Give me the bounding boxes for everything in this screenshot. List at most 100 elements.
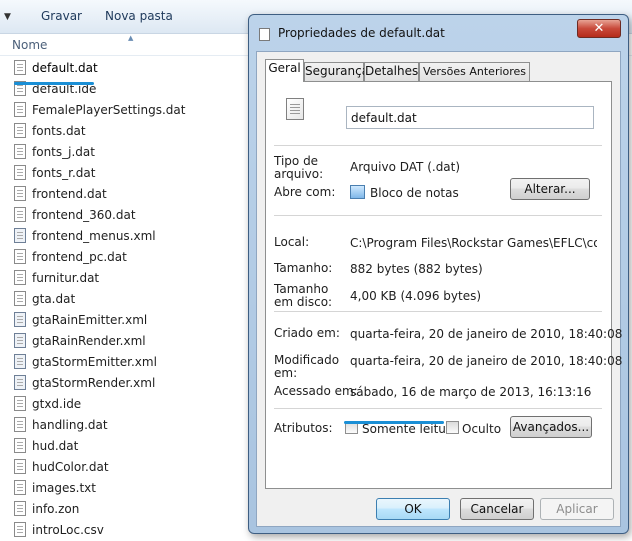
file-list-item[interactable]: gtxd.ide (10, 394, 246, 414)
file-icon (14, 417, 26, 432)
file-name: gtaRainEmitter.xml (32, 313, 148, 327)
file-list-item[interactable]: frontend_menus.xml (10, 226, 246, 246)
file-list-item[interactable]: FemalePlayerSettings.dat (10, 100, 246, 120)
dialog-client: Geral Segurança Detalhes Versões Anterio… (256, 51, 622, 527)
opens-with-label: Abre com: (274, 185, 336, 199)
file-name: hudColor.dat (32, 460, 109, 474)
file-name: default.dat (32, 61, 98, 75)
file-name: furnitur.dat (32, 271, 100, 285)
file-name: hud.dat (32, 439, 79, 453)
advanced-button[interactable]: Avançados... (510, 416, 592, 438)
modified-label: Modificado em: (274, 353, 340, 380)
file-list-item[interactable]: furnitur.dat (10, 268, 246, 288)
file-icon (14, 102, 26, 117)
file-list-item[interactable]: gtaRainRender.xml (10, 331, 246, 351)
properties-dialog: Propriedades de default.dat ✕ Geral Segu… (248, 14, 629, 534)
file-list-item[interactable]: gtaRainEmitter.xml (10, 310, 246, 330)
change-button[interactable]: Alterar... (510, 178, 590, 200)
file-name: frontend_menus.xml (32, 229, 156, 243)
new-folder-button[interactable]: Nova pasta (105, 9, 173, 23)
file-icon (14, 123, 26, 138)
file-icon (14, 438, 26, 453)
xml-file-icon (14, 354, 26, 369)
file-list-item[interactable]: gtaStormEmitter.xml (10, 352, 246, 372)
file-list-item[interactable]: frontend_360.dat (10, 205, 246, 225)
file-icon (14, 249, 26, 264)
file-icon (14, 60, 26, 75)
file-icon (14, 186, 26, 201)
file-icon (14, 165, 26, 180)
file-icon (14, 501, 26, 516)
apply-button[interactable]: Aplicar (540, 498, 614, 520)
notepad-icon (350, 185, 365, 199)
file-icon (14, 480, 26, 495)
file-icon (14, 459, 26, 474)
file-name: gta.dat (32, 292, 76, 306)
modified-value: quarta-feira, 20 de janeiro de 2010, 18:… (350, 354, 623, 368)
xml-file-icon (14, 375, 26, 390)
file-name: fonts_j.dat (32, 145, 95, 159)
location-value: C:\Program Files\Rockstar Games\EFLC\com… (350, 236, 597, 250)
file-name: gtxd.ide (32, 397, 82, 411)
tab-detalhes[interactable]: Detalhes (364, 62, 419, 81)
type-value: Arquivo DAT (.dat) (350, 160, 461, 174)
readonly-label[interactable]: Somente leitura (362, 422, 458, 436)
file-icon (14, 207, 26, 222)
size-on-disk-value: 4,00 KB (4.096 bytes) (350, 289, 482, 303)
file-list-item[interactable]: hudColor.dat (10, 457, 246, 477)
column-name-header[interactable]: Nome (12, 38, 47, 52)
file-icon-large (286, 98, 304, 120)
file-name: gtaRainRender.xml (32, 334, 146, 348)
file-list-item[interactable]: gta.dat (10, 289, 246, 309)
file-icon (14, 144, 26, 159)
opens-with-value: Bloco de notas (370, 186, 459, 200)
file-list-item[interactable]: images.txt (10, 478, 246, 498)
accessed-value: sábado, 16 de março de 2013, 16:13:16 (350, 385, 592, 399)
file-name: FemalePlayerSettings.dat (32, 103, 186, 117)
xml-file-icon (14, 312, 26, 327)
file-name: fonts_r.dat (32, 166, 96, 180)
file-name-field[interactable] (346, 106, 594, 129)
separator (274, 311, 602, 312)
accessed-label: Acessado em: (274, 384, 358, 398)
file-list-item[interactable]: hud.dat (10, 436, 246, 456)
size-value: 882 bytes (882 bytes) (350, 262, 483, 276)
dialog-title: Propriedades de default.dat (278, 26, 445, 40)
file-name: info.zon (32, 502, 80, 516)
created-label: Criado em: (274, 326, 340, 340)
separator (274, 408, 602, 409)
hidden-checkbox[interactable] (446, 421, 459, 434)
general-panel: Tipo de arquivo: Arquivo DAT (.dat) Abre… (265, 81, 622, 489)
file-name: frontend.dat (32, 187, 107, 201)
file-list-item[interactable]: info.zon (10, 499, 246, 519)
file-icon (14, 522, 26, 537)
file-list-item[interactable]: fonts_r.dat (10, 163, 246, 183)
file-list-item[interactable]: default.dat (10, 58, 246, 78)
file-name: handling.dat (32, 418, 108, 432)
highlight-underline-filename (14, 82, 94, 85)
created-value: quarta-feira, 20 de janeiro de 2010, 18:… (350, 327, 623, 341)
file-list-item[interactable]: introLoc.csv (10, 520, 246, 540)
file-list-item[interactable]: fonts.dat (10, 121, 246, 141)
file-name: fonts.dat (32, 124, 86, 138)
xml-file-icon (14, 333, 26, 348)
ok-button[interactable]: OK (376, 498, 450, 520)
file-list-item[interactable]: frontend.dat (10, 184, 246, 204)
type-label: Tipo de arquivo: (274, 154, 324, 181)
file-list-item[interactable]: handling.dat (10, 415, 246, 435)
burn-button[interactable]: Gravar (41, 9, 82, 23)
cancel-button[interactable]: Cancelar (460, 498, 534, 520)
xml-file-icon (14, 228, 26, 243)
tab-geral[interactable]: Geral (265, 59, 304, 82)
file-icon (259, 28, 270, 41)
size-on-disk-label: Tamanho em disco: (274, 282, 333, 309)
file-list-item[interactable]: frontend_pc.dat (10, 247, 246, 267)
file-list-item[interactable]: fonts_j.dat (10, 142, 246, 162)
close-button[interactable]: ✕ (577, 19, 621, 38)
tab-seguranca[interactable]: Segurança (304, 62, 369, 81)
tab-versoes-anteriores[interactable]: Versões Anteriores (419, 62, 530, 81)
hidden-label[interactable]: Oculto (462, 422, 501, 436)
chevron-down-icon[interactable]: ▼ (4, 12, 11, 22)
attributes-label: Atributos: (274, 421, 333, 435)
file-list-item[interactable]: gtaStormRender.xml (10, 373, 246, 393)
